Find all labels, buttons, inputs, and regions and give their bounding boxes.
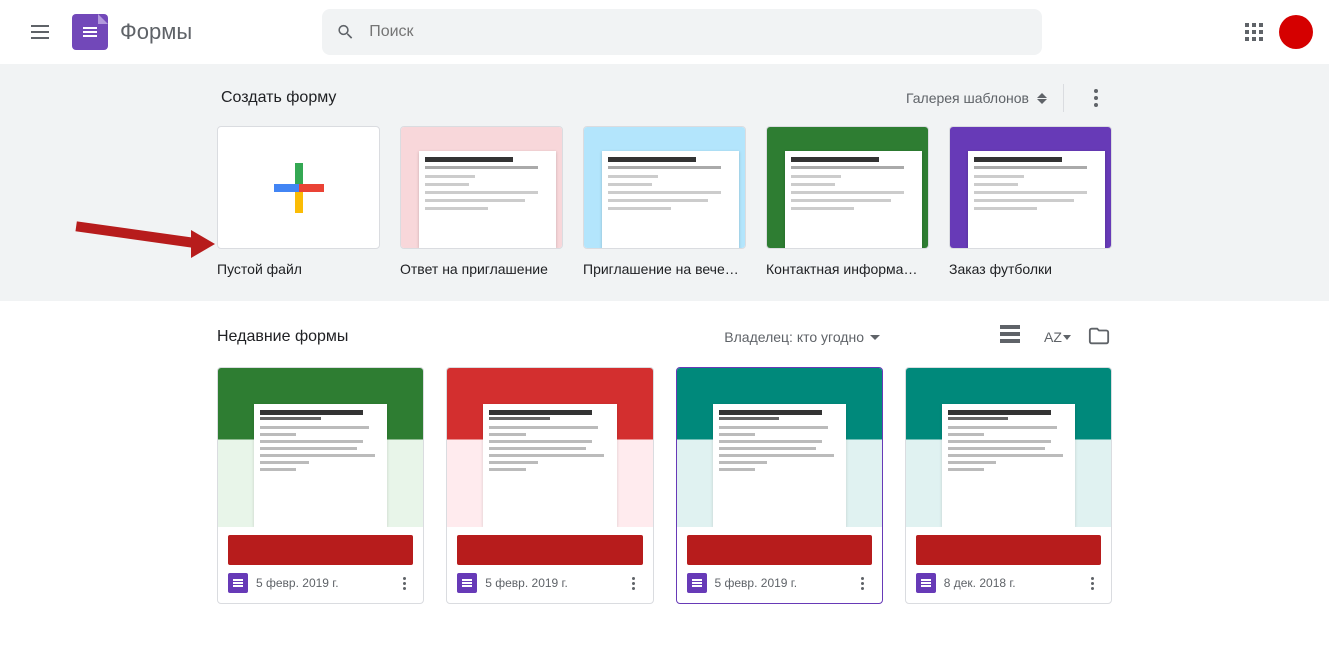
- template-card[interactable]: Заказ футболки: [949, 126, 1112, 277]
- template-label: Заказ футболки: [949, 261, 1112, 277]
- gallery-label: Галерея шаблонов: [906, 90, 1029, 106]
- template-doc-preview: [968, 151, 1105, 248]
- form-date: 5 февр. 2019 г.: [485, 576, 616, 590]
- template-label: Приглашение на вече…: [583, 261, 746, 277]
- annotation-arrow: [75, 224, 215, 264]
- templates-title: Создать форму: [221, 89, 336, 107]
- form-card[interactable]: 5 февр. 2019 г.: [446, 367, 653, 604]
- template-thumb: [400, 126, 563, 249]
- sort-button[interactable]: AZ: [1044, 325, 1068, 349]
- template-doc-preview: [419, 151, 556, 248]
- form-thumb: [218, 368, 423, 527]
- recent-section: Недавние формы Владелец: кто угодно AZ: [0, 301, 1329, 628]
- form-thumb: [447, 368, 652, 527]
- form-doc-preview: [713, 404, 846, 527]
- template-doc-preview: [602, 151, 739, 248]
- form-title-redacted: [457, 535, 642, 565]
- form-doc-preview: [254, 404, 387, 527]
- templates-more-button[interactable]: [1084, 89, 1108, 107]
- forms-file-icon: [687, 573, 707, 593]
- search-icon: [336, 22, 355, 42]
- template-card[interactable]: Приглашение на вече…: [583, 126, 746, 277]
- form-card[interactable]: 5 февр. 2019 г.: [676, 367, 883, 604]
- dropdown-icon: [870, 335, 880, 340]
- hamburger-icon: [31, 25, 49, 39]
- divider: [1063, 84, 1064, 112]
- folder-icon: [1088, 325, 1110, 347]
- form-more-button[interactable]: [395, 577, 413, 590]
- app-title: Формы: [120, 19, 192, 45]
- form-title-redacted: [687, 535, 872, 565]
- form-doc-preview: [942, 404, 1075, 527]
- form-date: 5 февр. 2019 г.: [715, 576, 846, 590]
- unfold-icon: [1037, 93, 1047, 104]
- template-doc-preview: [785, 151, 922, 248]
- forms-file-icon: [228, 573, 248, 593]
- template-row: Пустой файл Ответ на приглашение Приглаш…: [217, 126, 1112, 277]
- sort-az-icon: AZ: [1044, 329, 1062, 345]
- form-more-button[interactable]: [854, 577, 872, 590]
- open-folder-button[interactable]: [1088, 325, 1112, 349]
- template-card[interactable]: Пустой файл: [217, 126, 380, 277]
- template-label: Контактная информа…: [766, 261, 929, 277]
- template-thumb: [217, 126, 380, 249]
- template-card[interactable]: Контактная информа…: [766, 126, 929, 277]
- form-more-button[interactable]: [625, 577, 643, 590]
- form-meta: 5 февр. 2019 г.: [447, 565, 652, 603]
- template-thumb: [583, 126, 746, 249]
- form-title-redacted: [228, 535, 413, 565]
- forms-file-icon: [916, 573, 936, 593]
- search-bar[interactable]: [322, 9, 1042, 55]
- google-apps-button[interactable]: [1245, 23, 1263, 41]
- owner-filter[interactable]: Владелец: кто угодно: [724, 329, 880, 345]
- form-meta: 5 февр. 2019 г.: [218, 565, 423, 603]
- form-more-button[interactable]: [1083, 577, 1101, 590]
- template-thumb: [766, 126, 929, 249]
- template-card[interactable]: Ответ на приглашение: [400, 126, 563, 277]
- template-thumb: [949, 126, 1112, 249]
- recent-forms-grid: 5 февр. 2019 г. 5 февр. 2019 г.: [217, 367, 1112, 604]
- form-title-redacted: [916, 535, 1101, 565]
- form-card[interactable]: 8 дек. 2018 г.: [905, 367, 1112, 604]
- form-card[interactable]: 5 февр. 2019 г.: [217, 367, 424, 604]
- template-gallery-toggle[interactable]: Галерея шаблонов: [906, 90, 1047, 106]
- account-avatar[interactable]: [1279, 15, 1313, 49]
- template-label: Ответ на приглашение: [400, 261, 563, 277]
- templates-section: Создать форму Галерея шаблонов Пустой фа…: [0, 64, 1329, 301]
- main-menu-button[interactable]: [16, 8, 64, 56]
- app-header: Формы: [0, 0, 1329, 64]
- list-icon: [1000, 325, 1020, 343]
- form-thumb: [677, 368, 882, 527]
- template-label: Пустой файл: [217, 261, 380, 277]
- list-view-button[interactable]: [1000, 325, 1024, 349]
- form-meta: 8 дек. 2018 г.: [906, 565, 1111, 603]
- owner-filter-label: Владелец: кто угодно: [724, 329, 864, 345]
- plus-icon: [274, 163, 324, 213]
- form-thumb: [906, 368, 1111, 527]
- form-doc-preview: [483, 404, 616, 527]
- recent-title: Недавние формы: [217, 328, 348, 346]
- forms-file-icon: [457, 573, 477, 593]
- form-meta: 5 февр. 2019 г.: [677, 565, 882, 603]
- forms-logo-icon[interactable]: [72, 14, 108, 50]
- search-input[interactable]: [369, 23, 1028, 41]
- form-date: 8 дек. 2018 г.: [944, 576, 1075, 590]
- form-date: 5 февр. 2019 г.: [256, 576, 387, 590]
